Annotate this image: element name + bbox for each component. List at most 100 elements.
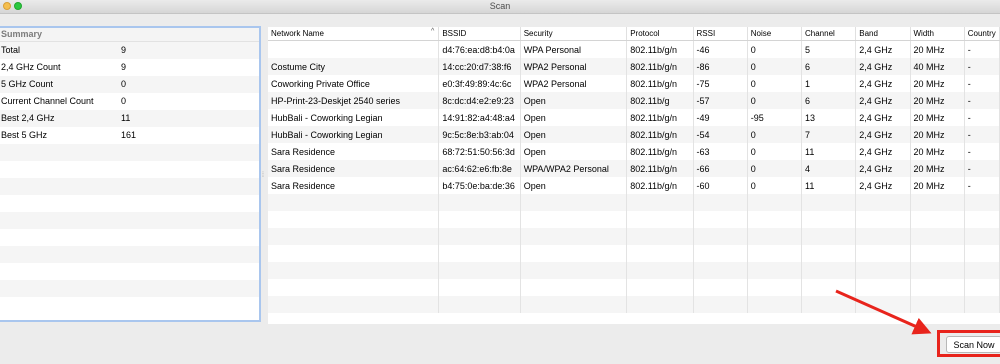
table-cell: 20 MHz: [910, 126, 965, 143]
table-row[interactable]: d4:76:ea:d8:b4:0a WPA Personal 802.11b/g/n…: [268, 40, 1000, 58]
summary-row: Best 2,4 GHz 11: [0, 110, 259, 127]
summary-row-label: Total: [1, 45, 21, 55]
column-header[interactable]: Width: [910, 27, 965, 41]
table-cell: 20 MHz: [910, 40, 965, 58]
table-empty-cell: [693, 194, 748, 211]
summary-row-label: 5 GHz Count: [1, 79, 54, 89]
table-empty-cell: [855, 279, 911, 296]
table-cell: 14:cc:20:d7:38:f6: [438, 58, 521, 75]
table-empty-cell: [801, 296, 857, 313]
table-empty-cell: [626, 245, 694, 262]
table-empty-cell: [438, 262, 521, 279]
column-header[interactable]: Protocol: [626, 27, 694, 41]
column-header[interactable]: Noise: [747, 27, 803, 41]
summary-empty-row: [0, 246, 259, 263]
table-empty-cell: [801, 262, 857, 279]
table-empty-cell: [801, 194, 857, 211]
table-empty-cell: [520, 296, 628, 313]
column-header[interactable]: BSSID: [438, 27, 521, 41]
table-cell: -66: [693, 160, 748, 177]
column-header[interactable]: RSSI: [693, 27, 748, 41]
table-cell: 802.11b/g: [626, 92, 694, 109]
table-empty-cell: [438, 279, 521, 296]
table-empty-cell: [693, 211, 748, 228]
table-empty-cell: [747, 296, 803, 313]
table-empty-cell: [747, 194, 803, 211]
column-header[interactable]: Channel: [801, 27, 857, 41]
table-row[interactable]: Costume City 14:cc:20:d7:38:f6 WPA2 Person…: [268, 58, 1000, 75]
table-empty-cell: [964, 296, 1000, 313]
table-empty-cell: [747, 211, 803, 228]
summary-row-label: Best 5 GHz: [1, 130, 48, 140]
table-row[interactable]: Coworking Private Office e0:3f:49:89:4c:6…: [268, 75, 1000, 92]
column-header[interactable]: Band: [855, 27, 911, 41]
table-row[interactable]: Sara Residence b4:75:0e:ba:de:36 Open 802.1…: [268, 177, 1000, 194]
column-header-label: RSSI: [696, 29, 716, 38]
summary-empty-row: [0, 195, 259, 212]
table-row[interactable]: HP-Print-23-Deskjet 2540 series 8c:dc:d4:…: [268, 92, 1000, 109]
table-empty-row: [268, 262, 1000, 279]
table-empty-cell: [268, 279, 440, 296]
table-empty-cell: [910, 296, 965, 313]
summary-header: Summary: [0, 28, 259, 42]
table-empty-cell: [964, 245, 1000, 262]
table-empty-cell: [747, 279, 803, 296]
column-header[interactable]: Network Name ^: [268, 27, 440, 41]
network-table-header: Network Name ^ BSSID Security Protocol RSSI No…: [268, 27, 1000, 41]
table-cell: 8c:dc:d4:e2:e9:23: [438, 92, 521, 109]
summary-empty-row: [0, 144, 259, 161]
table-empty-cell: [268, 194, 440, 211]
table-cell: -46: [693, 40, 748, 58]
table-empty-row: [268, 228, 1000, 245]
table-cell: 0: [747, 126, 803, 143]
column-header[interactable]: Country: [964, 27, 1000, 41]
table-empty-cell: [268, 228, 440, 245]
table-empty-cell: [693, 228, 748, 245]
table-row[interactable]: HubBali - Coworking Legian 9c:5c:8e:b3:ab…: [268, 126, 1000, 143]
summary-row-value: 11: [121, 113, 131, 123]
table-empty-cell: [693, 245, 748, 262]
table-empty-cell: [855, 296, 911, 313]
table-empty-cell: [693, 279, 748, 296]
column-header-label: BSSID: [442, 29, 467, 38]
summary-row: 5 GHz Count 0: [0, 76, 259, 93]
table-cell: HubBali - Coworking Legian: [268, 109, 440, 126]
table-cell: 802.11b/g/n: [626, 143, 694, 160]
table-cell: 0: [747, 143, 803, 160]
table-cell: 13: [801, 109, 857, 126]
summary-empty-row: [0, 263, 259, 280]
table-empty-cell: [801, 228, 857, 245]
table-cell: Costume City: [268, 58, 440, 75]
table-cell: Sara Residence: [268, 160, 440, 177]
table-empty-cell: [626, 228, 694, 245]
table-empty-cell: [910, 262, 965, 279]
table-cell: 802.11b/g/n: [626, 177, 694, 194]
table-empty-cell: [268, 245, 440, 262]
summary-row: Best 5 GHz 161: [0, 127, 259, 144]
column-header[interactable]: Security: [520, 27, 628, 41]
table-cell: 802.11b/g/n: [626, 126, 694, 143]
table-row[interactable]: Sara Residence ac:64:62:e6:fb:8e WPA/WPA2 …: [268, 160, 1000, 177]
summary-row-value: 9: [121, 45, 127, 55]
split-view-handle-icon[interactable]: ⁞: [262, 172, 264, 179]
table-cell: HP-Print-23-Deskjet 2540 series: [268, 92, 440, 109]
scan-now-button[interactable]: Scan Now: [946, 336, 1000, 353]
table-cell: b4:75:0e:ba:de:36: [438, 177, 521, 194]
table-empty-cell: [855, 211, 911, 228]
table-empty-cell: [520, 279, 628, 296]
table-cell: -: [964, 92, 1000, 109]
table-cell: 2,4 GHz: [855, 160, 911, 177]
table-empty-cell: [747, 262, 803, 279]
table-cell: [268, 40, 440, 58]
table-cell: -: [964, 143, 1000, 160]
table-empty-cell: [964, 262, 1000, 279]
table-cell: 9c:5c:8e:b3:ab:04: [438, 126, 521, 143]
table-row[interactable]: HubBali - Coworking Legian 14:91:82:a4:48…: [268, 109, 1000, 126]
table-cell: d4:76:ea:d8:b4:0a: [438, 40, 521, 58]
table-empty-cell: [910, 194, 965, 211]
table-cell: 1: [801, 75, 857, 92]
table-row[interactable]: Sara Residence 68:72:51:50:56:3d Open 802.1…: [268, 143, 1000, 160]
summary-row-label: Current Channel Count: [1, 96, 94, 106]
table-cell: Open: [520, 177, 628, 194]
table-empty-row: [268, 296, 1000, 313]
